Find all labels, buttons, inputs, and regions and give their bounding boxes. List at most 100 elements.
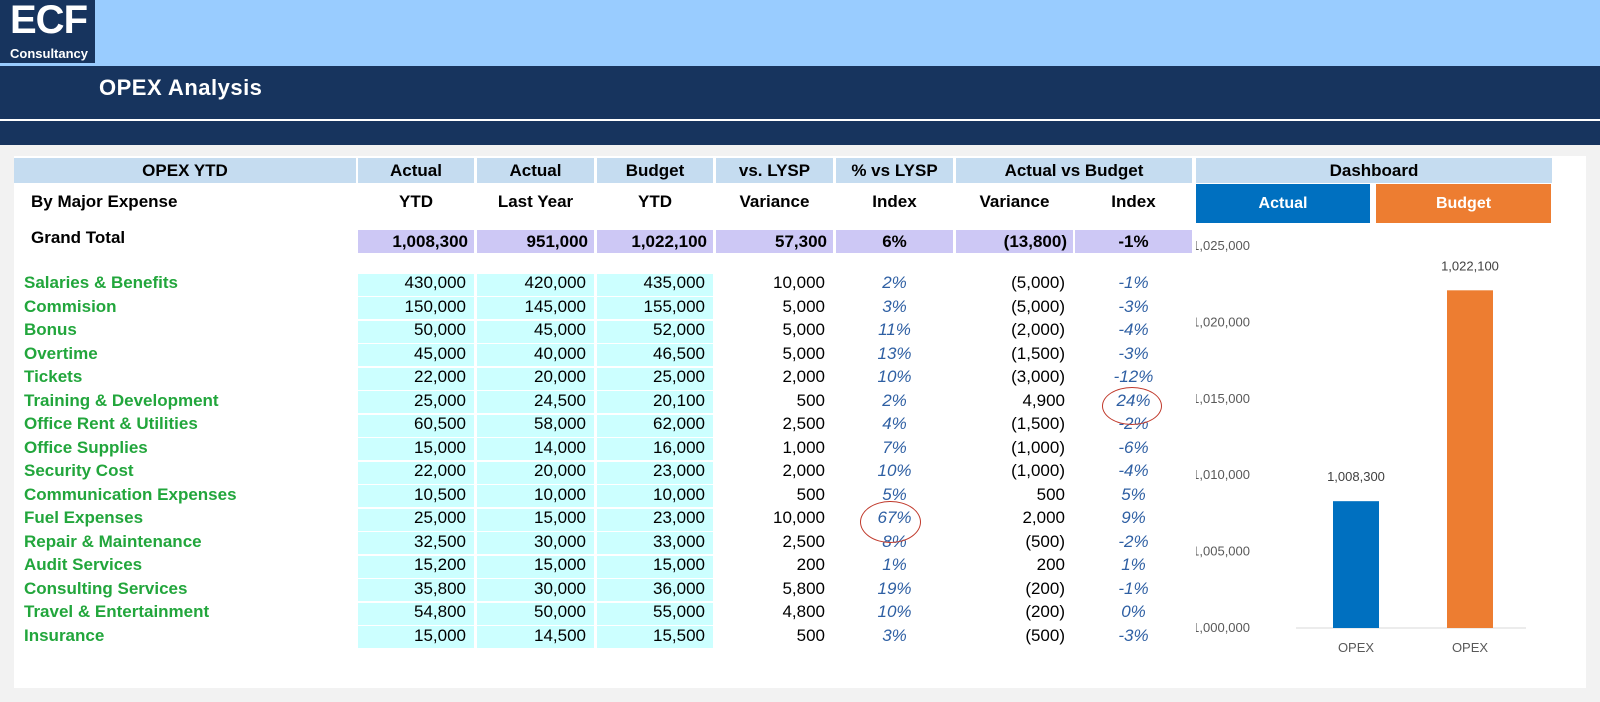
cell-actual-ytd: 54,800 bbox=[414, 602, 466, 621]
col-sub-ytd: YTD bbox=[399, 192, 433, 211]
cell-variance: 2,000 bbox=[782, 461, 825, 480]
page-title: OPEX Analysis bbox=[99, 75, 263, 100]
cell-actual-ytd: 32,500 bbox=[414, 531, 466, 551]
row-label: Travel & Entertainment bbox=[24, 602, 210, 621]
cell-index: 10% bbox=[877, 461, 912, 480]
cell-variance: 2,500 bbox=[782, 531, 825, 551]
cell-variance: 2,500 bbox=[782, 414, 825, 433]
cell-actual-ytd: 45,000 bbox=[414, 343, 466, 363]
cell-budget-index: 9% bbox=[1121, 508, 1146, 527]
cell-index: 3% bbox=[882, 296, 907, 316]
y-tick-label: 1,010,000 bbox=[1196, 467, 1250, 482]
cell-actual-ly: 58,000 bbox=[534, 414, 586, 433]
cell-budget-index: 1% bbox=[1121, 555, 1146, 574]
cell-variance: 200 bbox=[796, 555, 825, 574]
cell-budget-ytd: 23,000 bbox=[653, 461, 705, 480]
row-label: Bonus bbox=[24, 320, 77, 339]
cell-variance: 4,800 bbox=[782, 602, 825, 621]
cell-budget-index: -3% bbox=[1118, 625, 1149, 645]
grand-total-index: 6% bbox=[836, 230, 953, 253]
cell-actual-ly: 14,500 bbox=[534, 625, 586, 645]
cell-budget-ytd: 435,000 bbox=[643, 273, 705, 292]
row-label: Communication Expenses bbox=[24, 484, 237, 504]
bar-actual bbox=[1333, 501, 1379, 628]
section-title: OPEX YTD bbox=[14, 158, 356, 183]
cell-budget-variance: (1,000) bbox=[1011, 461, 1065, 480]
cell-actual-ly: 24,500 bbox=[534, 390, 586, 410]
y-tick-label: 1,005,000 bbox=[1196, 544, 1250, 559]
cell-budget-index: -3% bbox=[1118, 296, 1149, 316]
cell-budget-variance: (500) bbox=[1025, 625, 1065, 645]
bar-data-label: 1,022,100 bbox=[1441, 258, 1499, 273]
cell-budget-ytd: 20,100 bbox=[653, 390, 705, 410]
cell-variance: 2,000 bbox=[782, 367, 825, 386]
row-label: Office Supplies bbox=[24, 437, 148, 457]
cell-index: 3% bbox=[882, 625, 907, 645]
top-banner bbox=[0, 0, 1600, 66]
col-group-vs-lysp: vs. LYSP bbox=[716, 158, 833, 183]
logo-sub-text: Consultancy bbox=[10, 46, 89, 61]
cell-variance: 5,000 bbox=[782, 296, 825, 316]
row-label: Salaries & Benefits bbox=[24, 273, 179, 292]
col-sub-budget-ytd: YTD bbox=[638, 192, 672, 211]
col-group-budget: Budget bbox=[597, 158, 713, 183]
cell-actual-ytd: 35,800 bbox=[414, 578, 466, 598]
row-label: Audit Services bbox=[24, 555, 143, 574]
cell-actual-ly: 40,000 bbox=[534, 343, 586, 363]
cell-actual-ytd: 50,000 bbox=[414, 320, 466, 339]
col-sub-budget-index: Index bbox=[1111, 192, 1156, 211]
cell-budget-variance: 500 bbox=[1036, 484, 1065, 504]
cell-actual-ytd: 15,000 bbox=[414, 437, 466, 457]
cell-actual-ytd: 15,000 bbox=[414, 625, 466, 645]
cell-budget-variance: (5,000) bbox=[1011, 296, 1065, 316]
cell-index: 1% bbox=[882, 555, 907, 574]
cell-actual-ly: 30,000 bbox=[534, 578, 586, 598]
col-sub-index: Index bbox=[872, 192, 917, 211]
cell-budget-index: -3% bbox=[1118, 343, 1149, 363]
cell-index: 13% bbox=[877, 343, 912, 363]
cell-budget-ytd: 15,500 bbox=[653, 625, 705, 645]
cell-index: 2% bbox=[882, 390, 907, 410]
cell-index: 10% bbox=[877, 367, 912, 386]
cell-actual-ly: 420,000 bbox=[524, 273, 586, 292]
cell-index: 19% bbox=[877, 578, 912, 598]
cell-variance: 500 bbox=[796, 484, 825, 504]
cell-budget-variance: (1,500) bbox=[1011, 343, 1065, 363]
col-sub-variance: Variance bbox=[739, 192, 810, 211]
ecf-logo: ECF Consultancy bbox=[0, 0, 95, 63]
cell-actual-ytd: 22,000 bbox=[414, 367, 466, 386]
row-label: Repair & Maintenance bbox=[24, 531, 202, 551]
cell-actual-ytd: 25,000 bbox=[414, 390, 466, 410]
cell-budget-variance: (1,000) bbox=[1011, 437, 1065, 457]
cell-actual-ly: 50,000 bbox=[534, 602, 586, 621]
cell-actual-ytd: 25,000 bbox=[414, 508, 466, 527]
cell-actual-ytd: 60,500 bbox=[414, 414, 466, 433]
cell-budget-index: 0% bbox=[1121, 602, 1146, 621]
cell-actual-ly: 10,000 bbox=[534, 484, 586, 504]
grand-total-actual-ly: 951,000 bbox=[477, 230, 594, 253]
table-subtitle: By Major Expense bbox=[31, 192, 178, 211]
col-group-actual-ytd: Actual bbox=[358, 158, 474, 183]
row-label: Commision bbox=[24, 296, 117, 316]
row-label: Office Rent & Utilities bbox=[24, 414, 198, 433]
cell-budget-variance: (2,000) bbox=[1011, 320, 1065, 339]
y-tick-label: 1,025,000 bbox=[1196, 238, 1250, 253]
cell-budget-ytd: 52,000 bbox=[653, 320, 705, 339]
cell-actual-ly: 145,000 bbox=[524, 296, 586, 316]
cell-actual-ytd: 10,500 bbox=[414, 484, 466, 504]
cell-budget-variance: (1,500) bbox=[1011, 414, 1065, 433]
cell-budget-ytd: 25,000 bbox=[653, 367, 705, 386]
cell-index: 2% bbox=[882, 273, 907, 292]
cell-budget-ytd: 10,000 bbox=[653, 484, 705, 504]
cell-budget-variance: 200 bbox=[1036, 555, 1065, 574]
cell-budget-index: -2% bbox=[1118, 531, 1149, 551]
row-label: Security Cost bbox=[24, 461, 134, 480]
cell-budget-index: -6% bbox=[1118, 437, 1149, 457]
cell-budget-ytd: 36,000 bbox=[653, 578, 705, 598]
cell-budget-ytd: 23,000 bbox=[653, 508, 705, 527]
cell-budget-variance: (200) bbox=[1025, 602, 1065, 621]
cell-budget-index: -1% bbox=[1118, 578, 1149, 598]
cell-variance: 10,000 bbox=[773, 508, 825, 527]
grand-total-budget-index: -1% bbox=[1075, 230, 1192, 253]
cell-actual-ytd: 22,000 bbox=[414, 461, 466, 480]
